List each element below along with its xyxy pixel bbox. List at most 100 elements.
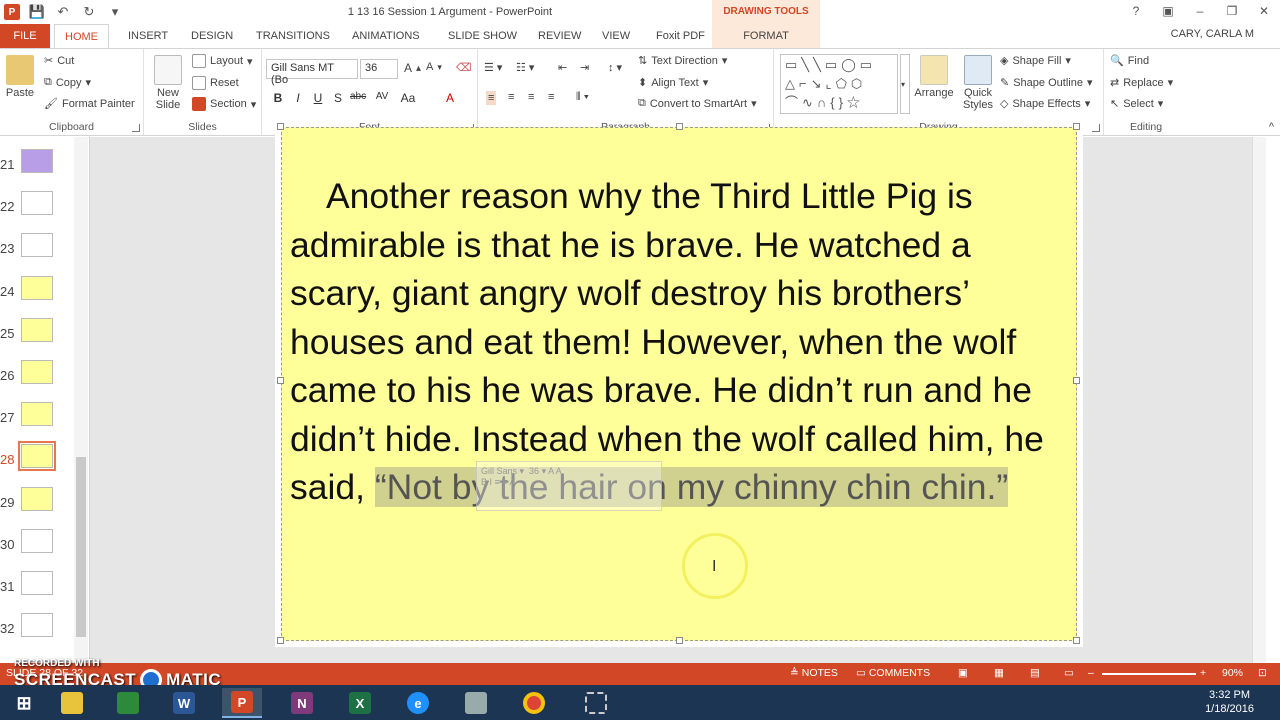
comments-button[interactable]: ▭ COMMENTS: [856, 667, 930, 679]
slide-thumbnail-image[interactable]: [21, 528, 53, 553]
slide-thumbnail-image[interactable]: [21, 571, 53, 595]
grow-font-icon[interactable]: A ▴: [404, 61, 421, 75]
resize-handle-r[interactable]: [1073, 377, 1080, 384]
slide-thumbnail[interactable]: 28: [0, 441, 74, 484]
align-left-icon[interactable]: ≡: [486, 91, 497, 105]
taskbar-onenote[interactable]: N: [282, 688, 322, 718]
minimize-icon[interactable]: –: [1184, 0, 1216, 24]
slide-body-text[interactable]: Another reason why the Third Little Pig …: [290, 172, 1070, 512]
shrink-font-icon[interactable]: A ▾: [426, 61, 442, 73]
tab-home[interactable]: HOME: [54, 24, 109, 49]
ribbon-display-icon[interactable]: ▣: [1152, 0, 1184, 24]
taskbar-powerpoint[interactable]: P: [222, 688, 262, 718]
slide-thumbnail-image[interactable]: [21, 613, 53, 638]
tab-transitions[interactable]: TRANSITIONS: [246, 24, 340, 48]
resize-handle-bl[interactable]: [277, 637, 284, 644]
tab-animations[interactable]: ANIMATIONS: [342, 24, 430, 48]
slide-thumbnail[interactable]: 31: [0, 569, 74, 611]
shape-effects-button[interactable]: ◇ Shape Effects ▾: [1000, 97, 1090, 111]
shape-fill-button[interactable]: ◈ Shape Fill ▾: [1000, 54, 1071, 68]
tab-design[interactable]: DESIGN: [181, 24, 243, 48]
resize-handle-tr[interactable]: [1073, 123, 1080, 130]
replace-button[interactable]: ⇄ Replace ▾: [1110, 76, 1173, 90]
strikethrough-icon[interactable]: abc: [350, 91, 366, 102]
thumbnail-scrollbar[interactable]: [74, 137, 88, 663]
taskbar-store[interactable]: [108, 688, 148, 718]
slide-thumbnail[interactable]: 25: [0, 316, 74, 358]
character-spacing-icon[interactable]: AV: [374, 91, 390, 102]
arrange-button[interactable]: Arrange: [912, 55, 956, 99]
slide-thumbnail-image[interactable]: [21, 149, 53, 173]
slide-sorter-icon[interactable]: ▦: [994, 667, 1004, 679]
slide-scrollbar[interactable]: [1252, 137, 1266, 663]
slide-show-icon[interactable]: ▭: [1064, 667, 1074, 679]
collapse-ribbon-icon[interactable]: ^: [1269, 121, 1274, 133]
user-name[interactable]: CARY, CARLA M: [1171, 28, 1254, 40]
tab-slide-show[interactable]: SLIDE SHOW: [438, 24, 527, 48]
fit-slide-icon[interactable]: ⊡: [1258, 667, 1267, 679]
convert-smartart-button[interactable]: ⧉ Convert to SmartArt ▾: [638, 97, 757, 110]
format-painter-button[interactable]: 🖌 Format Painter: [44, 97, 135, 111]
slide-thumbnail[interactable]: 30: [0, 527, 74, 569]
font-size-combo[interactable]: 36: [360, 59, 398, 79]
tab-view[interactable]: VIEW: [592, 24, 640, 48]
text-box[interactable]: Another reason why the Third Little Pig …: [281, 127, 1077, 641]
slide-text-main[interactable]: Another reason why the Third Little Pig …: [290, 176, 1044, 507]
align-center-icon[interactable]: ≡: [508, 91, 514, 103]
zoom-out-icon[interactable]: –: [1088, 667, 1094, 679]
slide-thumbnail-image[interactable]: [18, 441, 56, 472]
resize-handle-tl[interactable]: [277, 123, 284, 130]
notes-button[interactable]: ≜ NOTES: [790, 667, 838, 679]
zoom-level[interactable]: 90%: [1222, 667, 1243, 679]
tab-review[interactable]: REVIEW: [528, 24, 591, 48]
decrease-indent-icon[interactable]: ⇤: [558, 61, 567, 74]
cut-button[interactable]: ✂ Cut: [44, 54, 74, 68]
thumbnail-scrollbar-thumb[interactable]: [76, 457, 86, 637]
slide-thumbnail-image[interactable]: [21, 486, 53, 511]
resize-handle-br[interactable]: [1073, 637, 1080, 644]
slide-thumbnail[interactable]: 32: [0, 611, 74, 653]
close-icon[interactable]: ✕: [1248, 0, 1280, 24]
resize-handle-l[interactable]: [277, 377, 284, 384]
slide-thumbnail-image[interactable]: [21, 317, 53, 342]
new-slide-button[interactable]: New Slide: [150, 55, 186, 111]
clipboard-launcher-icon[interactable]: [132, 124, 140, 132]
taskbar-excel[interactable]: X: [340, 688, 380, 718]
select-button[interactable]: ↖ Select ▾: [1110, 97, 1163, 111]
slide-thumbnail-image[interactable]: [21, 360, 53, 384]
shapes-gallery-scroll-icon[interactable]: ▾: [900, 54, 910, 114]
slide-thumbnail-image[interactable]: [21, 275, 53, 300]
change-case-icon[interactable]: Aa: [400, 91, 416, 105]
reset-button[interactable]: Reset: [192, 76, 239, 90]
slide-thumbnail[interactable]: 24: [0, 274, 74, 316]
shape-outline-button[interactable]: ✎ Shape Outline ▾: [1000, 76, 1092, 90]
taskbar-explorer[interactable]: [52, 688, 92, 718]
mini-toolbar[interactable]: Gill Sans ▾ 36 ▾ A AB I ≡ ≡ A: [476, 461, 662, 511]
tab-format[interactable]: FORMAT: [712, 24, 820, 48]
taskbar-ie[interactable]: e: [398, 688, 438, 718]
quick-styles-button[interactable]: Quick Styles: [958, 55, 998, 111]
underline-icon[interactable]: U: [310, 91, 326, 105]
copy-button[interactable]: ⧉ Copy ▾: [44, 76, 91, 89]
paste-button[interactable]: Paste: [4, 55, 36, 99]
bold-icon[interactable]: B: [270, 91, 286, 105]
start-button[interactable]: ⊞: [4, 688, 44, 718]
taskbar-snipping[interactable]: [576, 688, 616, 718]
align-right-icon[interactable]: ≡: [528, 91, 534, 103]
font-color-icon[interactable]: A: [442, 91, 458, 105]
section-button[interactable]: Section ▾: [192, 97, 256, 111]
help-icon[interactable]: ?: [1120, 0, 1152, 24]
zoom-slider[interactable]: [1102, 673, 1196, 675]
increase-indent-icon[interactable]: ⇥: [580, 61, 589, 74]
text-direction-button[interactable]: ⇅ Text Direction ▾: [638, 54, 727, 68]
slide-thumbnail[interactable]: 21: [0, 147, 74, 189]
tab-foxit-pdf[interactable]: Foxit PDF: [646, 24, 715, 48]
text-shadow-icon[interactable]: S: [330, 91, 346, 105]
taskbar-word[interactable]: W: [164, 688, 204, 718]
bullets-icon[interactable]: ☰ ▾: [484, 61, 502, 74]
layout-button[interactable]: Layout ▾: [192, 54, 253, 68]
taskbar-chrome[interactable]: [514, 688, 554, 718]
slide-text-selected[interactable]: “Not by the hair on my chinny chin chin.…: [374, 467, 1009, 507]
justify-icon[interactable]: ≡: [548, 91, 554, 103]
slide-thumbnail[interactable]: 26: [0, 358, 74, 400]
